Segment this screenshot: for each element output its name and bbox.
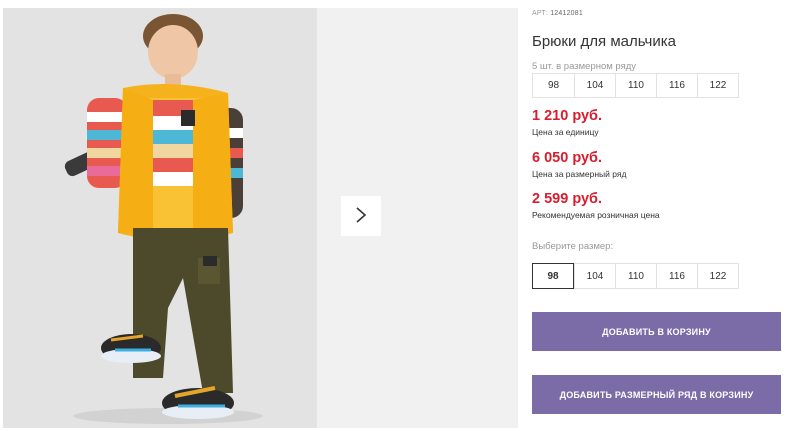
chevron-right-icon xyxy=(355,206,367,227)
sku-label: АРТ: xyxy=(532,10,549,17)
product-photo-illustration xyxy=(3,8,317,428)
size-row-grid: 98 104 110 116 122 xyxy=(532,73,739,98)
size-selector: 98 104 110 116 122 xyxy=(532,263,739,289)
next-image-button[interactable] xyxy=(341,196,381,236)
row-price: 6 050 руб. xyxy=(532,150,603,166)
size-row-cell: 104 xyxy=(574,74,615,97)
sku-value: 12412081 xyxy=(550,10,583,17)
product-title: Брюки для мальчика xyxy=(532,33,676,50)
retail-price: 2 599 руб. xyxy=(532,191,603,207)
size-option[interactable]: 110 xyxy=(615,264,656,288)
product-info: АРТ: 12412081 Брюки для мальчика 5 шт. в… xyxy=(532,0,792,431)
size-row-cell: 122 xyxy=(697,74,738,97)
size-row-caption: 5 шт. в размерном ряду xyxy=(532,61,637,72)
size-option[interactable]: 116 xyxy=(656,264,697,288)
unit-price: 1 210 руб. xyxy=(532,108,603,124)
size-row-cell: 110 xyxy=(615,74,656,97)
size-select-label: Выберите размер: xyxy=(532,241,614,252)
row-price-label: Цена за размерный ряд xyxy=(532,169,627,179)
size-option-selected[interactable]: 98 xyxy=(532,263,574,289)
add-to-cart-button[interactable]: Добавить в корзину xyxy=(532,312,781,351)
size-row-cell: 116 xyxy=(656,74,697,97)
retail-price-label: Рекомендуемая розничная цена xyxy=(532,210,660,220)
size-option[interactable]: 104 xyxy=(574,264,615,288)
product-photo[interactable] xyxy=(3,8,317,428)
add-size-row-to-cart-button[interactable]: Добавить размерный ряд в корзину xyxy=(532,375,781,414)
size-row-cell: 98 xyxy=(547,80,560,91)
product-gallery xyxy=(0,0,518,431)
sku: АРТ: 12412081 xyxy=(532,10,583,17)
size-option[interactable]: 122 xyxy=(697,264,738,288)
unit-price-label: Цена за единицу xyxy=(532,127,599,137)
